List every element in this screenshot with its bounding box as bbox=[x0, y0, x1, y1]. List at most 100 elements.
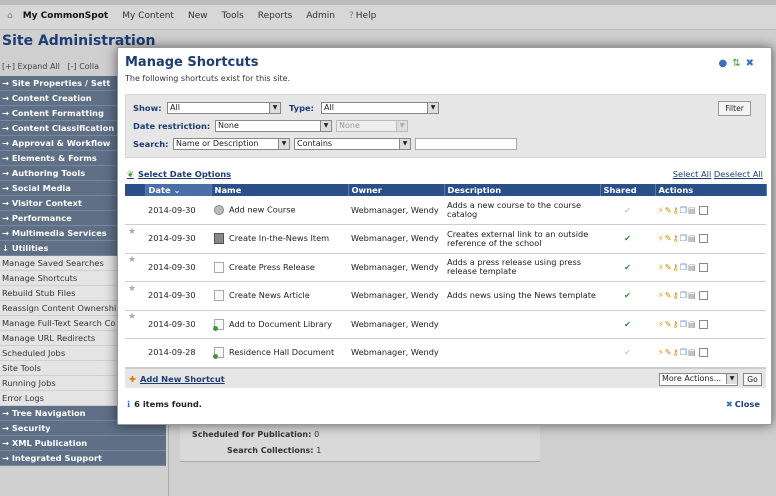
edit-icon[interactable]: ✎ bbox=[665, 347, 672, 357]
help-icon[interactable]: ● bbox=[718, 58, 727, 69]
name-cell[interactable]: Create In-the-News Item bbox=[211, 224, 348, 254]
search-input[interactable] bbox=[415, 138, 517, 150]
run-icon[interactable]: ⚡ bbox=[658, 262, 664, 272]
menu-new[interactable]: New bbox=[181, 11, 215, 21]
collapse-all-link[interactable]: [-] Colla bbox=[68, 62, 100, 71]
edit-icon[interactable]: ✎ bbox=[665, 262, 672, 272]
delete-icon[interactable]: ▤ bbox=[688, 347, 696, 357]
table-row[interactable]: ★ 2014-09-30 Add to Document Library Webman… bbox=[125, 310, 766, 339]
owner-cell: Webmanager, Wendy bbox=[348, 253, 444, 282]
menu-my-content[interactable]: My Content bbox=[115, 11, 181, 21]
show-select-value: All bbox=[170, 103, 180, 112]
close-button[interactable]: ✖ Close bbox=[726, 399, 760, 409]
delete-icon[interactable]: ▤ bbox=[688, 262, 696, 272]
key-icon[interactable]: ⚷ bbox=[673, 319, 679, 329]
row-checkbox[interactable] bbox=[698, 262, 708, 272]
key-icon[interactable]: ⚷ bbox=[673, 233, 679, 243]
description-cell: Creates external link to an outside refe… bbox=[444, 224, 600, 254]
edit-icon[interactable]: ✎ bbox=[665, 290, 672, 300]
top-toolbar: ⌂ My CommonSpot My Content New Tools Rep… bbox=[0, 0, 776, 30]
run-icon[interactable]: ⚡ bbox=[658, 233, 664, 243]
key-icon[interactable]: ⚷ bbox=[673, 290, 679, 300]
star-icon[interactable]: ★ bbox=[128, 227, 136, 237]
name-cell[interactable]: Residence Hall Document bbox=[211, 338, 348, 368]
go-button[interactable]: Go bbox=[743, 373, 762, 386]
star-icon[interactable]: ★ bbox=[128, 284, 136, 294]
main-menu: ⌂ My CommonSpot My Content New Tools Rep… bbox=[0, 8, 383, 24]
sidebar-item[interactable]: → XML Publication bbox=[0, 436, 166, 451]
row-checkbox[interactable] bbox=[698, 319, 708, 329]
type-select[interactable]: All ▼ bbox=[321, 102, 439, 114]
run-icon[interactable]: ⚡ bbox=[658, 319, 664, 329]
chevron-down-icon: ▼ bbox=[278, 139, 289, 149]
shared-check-icon: ✔ bbox=[600, 253, 655, 282]
search-operator-select[interactable]: Contains ▼ bbox=[294, 138, 411, 150]
menu-help[interactable]: ? Help bbox=[342, 11, 383, 21]
deselect-all-link[interactable]: Deselect All bbox=[714, 169, 763, 179]
sidebar-item[interactable]: → Integrated Support bbox=[0, 451, 166, 466]
owner-column-header[interactable]: Owner bbox=[348, 184, 445, 196]
menu-tools[interactable]: Tools bbox=[215, 11, 251, 21]
divider bbox=[168, 425, 169, 496]
star-icon[interactable]: ★ bbox=[128, 255, 136, 265]
table-row[interactable]: ★ 2014-09-30 Create In-the-News Item Webman… bbox=[125, 224, 766, 254]
filter-button[interactable]: Filter bbox=[718, 101, 751, 116]
menu-brand[interactable]: My CommonSpot bbox=[20, 11, 116, 21]
add-new-shortcut-link[interactable]: ✚ Add New Shortcut bbox=[129, 374, 225, 384]
table-row[interactable]: 2014-09-28 Residence Hall Document Webmana… bbox=[125, 338, 766, 368]
edit-icon[interactable]: ✎ bbox=[665, 205, 672, 215]
search-field-select[interactable]: Name or Description ▼ bbox=[173, 138, 290, 150]
table-footer: ✚ Add New Shortcut More Actions... ▼ Go bbox=[125, 368, 766, 388]
key-icon[interactable]: ⚷ bbox=[673, 205, 679, 215]
scheduled-row: Scheduled for Publication: 0 bbox=[192, 430, 319, 439]
refresh-icon[interactable]: ⇅ bbox=[732, 58, 740, 69]
row-checkbox[interactable] bbox=[698, 291, 708, 301]
expand-all-link[interactable]: [+] Expand All bbox=[2, 62, 60, 71]
star-icon[interactable]: ★ bbox=[128, 312, 136, 322]
name-column-header[interactable]: Name bbox=[211, 184, 349, 196]
delete-icon[interactable]: ▤ bbox=[688, 319, 696, 329]
menu-admin[interactable]: Admin bbox=[299, 11, 342, 21]
description-column-header[interactable]: Description bbox=[444, 184, 601, 196]
edit-icon[interactable]: ✎ bbox=[665, 233, 672, 243]
run-icon[interactable]: ⚡ bbox=[658, 205, 664, 215]
shortcuts-table: Date ⌄ Name Owner Description Shared Act… bbox=[125, 184, 767, 368]
page-icon bbox=[214, 290, 224, 302]
key-icon[interactable]: ⚷ bbox=[673, 347, 679, 357]
table-row[interactable]: ★ 2014-09-30 Create News Article Webmanager… bbox=[125, 281, 766, 311]
copy-icon[interactable]: ❐ bbox=[680, 290, 687, 300]
run-icon[interactable]: ⚡ bbox=[658, 347, 664, 357]
edit-icon[interactable]: ✎ bbox=[665, 319, 672, 329]
row-checkbox[interactable] bbox=[698, 348, 708, 358]
name-cell[interactable]: Create Press Release bbox=[211, 253, 348, 282]
copy-icon[interactable]: ❐ bbox=[680, 205, 687, 215]
name-cell[interactable]: Create News Article bbox=[211, 281, 348, 311]
delete-icon[interactable]: ▤ bbox=[688, 233, 696, 243]
close-icon[interactable]: ✖ bbox=[746, 58, 754, 69]
name-cell[interactable]: Add to Document Library bbox=[211, 310, 348, 339]
home-icon[interactable]: ⌂ bbox=[0, 11, 20, 21]
shared-check-icon: ✔ bbox=[600, 196, 655, 225]
select-all-link[interactable]: Select All bbox=[673, 169, 712, 179]
date-restriction-select[interactable]: None ▼ bbox=[215, 120, 332, 132]
more-actions-select[interactable]: More Actions... ▼ bbox=[659, 373, 738, 386]
copy-icon[interactable]: ❐ bbox=[680, 347, 687, 357]
copy-icon[interactable]: ❐ bbox=[680, 319, 687, 329]
row-checkbox[interactable] bbox=[698, 205, 708, 215]
key-icon[interactable]: ⚷ bbox=[673, 262, 679, 272]
row-checkbox[interactable] bbox=[698, 234, 708, 244]
table-row[interactable]: 2014-09-30 Add new Course Webmanager, Wend… bbox=[125, 196, 766, 225]
copy-icon[interactable]: ❐ bbox=[680, 233, 687, 243]
date-column-header[interactable]: Date ⌄ bbox=[145, 184, 212, 196]
shared-column-header[interactable]: Shared bbox=[600, 184, 656, 196]
run-icon[interactable]: ⚡ bbox=[658, 290, 664, 300]
show-select[interactable]: All ▼ bbox=[167, 102, 281, 114]
delete-icon[interactable]: ▤ bbox=[688, 290, 696, 300]
delete-icon[interactable]: ▤ bbox=[688, 205, 696, 215]
table-row[interactable]: ★ 2014-09-30 Create Press Release Webmanage… bbox=[125, 253, 766, 282]
page-icon bbox=[214, 261, 224, 273]
menu-reports[interactable]: Reports bbox=[251, 11, 300, 21]
select-date-options-link[interactable]: ❦ Select Date Options bbox=[127, 169, 231, 179]
copy-icon[interactable]: ❐ bbox=[680, 262, 687, 272]
name-cell[interactable]: Add new Course bbox=[211, 196, 348, 225]
